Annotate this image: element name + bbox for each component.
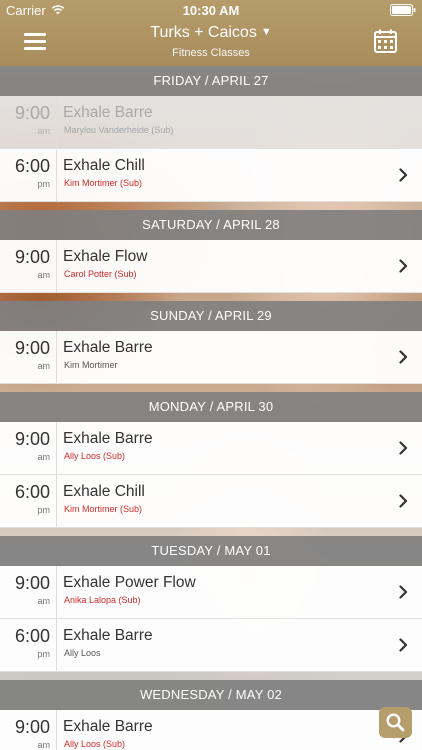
class-name: Exhale Barre (63, 627, 153, 644)
day-separator (0, 293, 422, 301)
class-name: Exhale Barre (63, 339, 153, 356)
time-column: 9:00 am (0, 710, 57, 750)
class-time: 6:00 (14, 626, 50, 646)
class-name: Exhale Chill (63, 157, 145, 174)
time-column: 6:00 pm (0, 619, 57, 671)
day-header: FRIDAY / APRIL 27 (0, 66, 422, 96)
instructor-name: Kim Mortimer (Sub) (64, 178, 143, 188)
day-header: WEDNESDAY / MAY 02 (0, 680, 422, 710)
location-title: Turks + Caicos (150, 24, 257, 41)
chevron-right-icon (399, 638, 408, 652)
class-name: Exhale Barre (63, 718, 153, 735)
chevron-right-icon (399, 494, 408, 508)
instructor-name: Kim Mortimer (Sub) (64, 504, 143, 514)
class-row[interactable]: 9:00 am Exhale Barre Ally Loos (Sub) (0, 422, 422, 475)
battery-icon (390, 4, 416, 16)
location-selector[interactable]: Turks + Caicos ▼ (0, 24, 422, 42)
class-ampm: pm (37, 179, 50, 189)
time-column: 9:00 am (0, 331, 57, 383)
instructor-name: Carol Potter (Sub) (64, 269, 137, 279)
class-row[interactable]: 9:00 am Exhale Flow Carol Potter (Sub) (0, 240, 422, 293)
class-row[interactable]: 9:00 am Exhale Barre Ally Loos (Sub) (0, 710, 422, 750)
class-row[interactable]: 9:00 am Exhale Barre Kim Mortimer (0, 331, 422, 384)
time-column: 9:00 am (0, 422, 57, 474)
class-ampm: am (37, 270, 50, 280)
day-separator (0, 384, 422, 392)
status-bar: Carrier 10:30 AM (0, 0, 422, 20)
class-row[interactable]: 6:00 pm Exhale Chill Kim Mortimer (Sub) (0, 475, 422, 528)
class-time: 9:00 (14, 573, 50, 593)
calendar-icon[interactable] (374, 29, 397, 53)
class-ampm: am (37, 126, 50, 136)
class-row[interactable]: 9:00 am Exhale Power Flow Anika Lalopa (Sub… (0, 566, 422, 619)
page-subtitle: Fitness Classes (172, 47, 250, 59)
instructor-name: Marylou Vanderheide (Sub) (64, 125, 174, 135)
class-row[interactable]: 6:00 pm Exhale Chill Kim Mortimer (Sub) (0, 149, 422, 202)
search-icon (386, 713, 405, 732)
class-time: 9:00 (14, 717, 50, 737)
day-header: SATURDAY / APRIL 28 (0, 210, 422, 240)
time-column: 9:00 am (0, 96, 57, 148)
class-name: Exhale Barre (63, 430, 153, 447)
class-time: 9:00 (14, 338, 50, 358)
chevron-right-icon (399, 350, 408, 364)
day-separator (0, 202, 422, 210)
class-row[interactable]: 6:00 pm Exhale Barre Ally Loos (0, 619, 422, 672)
time-column: 9:00 am (0, 566, 57, 618)
class-name: Exhale Barre (63, 104, 153, 121)
class-name: Exhale Power Flow (63, 574, 196, 591)
class-ampm: pm (37, 649, 50, 659)
class-ampm: am (37, 361, 50, 371)
day-separator (0, 672, 422, 680)
class-time: 9:00 (14, 103, 50, 123)
class-time: 6:00 (14, 156, 50, 176)
status-time: 10:30 AM (182, 3, 240, 18)
time-column: 9:00 am (0, 240, 57, 292)
day-separator (0, 528, 422, 536)
instructor-name: Ally Loos (Sub) (64, 739, 126, 749)
class-ampm: pm (37, 505, 50, 515)
instructor-name: Anika Lalopa (Sub) (64, 595, 141, 605)
chevron-right-icon (399, 168, 408, 182)
class-ampm: am (37, 740, 50, 750)
class-time: 9:00 (14, 429, 50, 449)
search-button[interactable] (379, 707, 412, 738)
chevron-right-icon (399, 585, 408, 599)
class-time: 9:00 (14, 247, 50, 267)
day-header: SUNDAY / APRIL 29 (0, 301, 422, 331)
class-ampm: am (37, 596, 50, 606)
class-name: Exhale Flow (63, 248, 148, 265)
instructor-name: Ally Loos (64, 648, 101, 658)
class-name: Exhale Chill (63, 483, 145, 500)
instructor-name: Kim Mortimer (64, 360, 118, 370)
instructor-name: Ally Loos (Sub) (64, 451, 126, 461)
day-header: TUESDAY / MAY 01 (0, 536, 422, 566)
dropdown-caret-icon: ▼ (260, 26, 272, 38)
time-column: 6:00 pm (0, 475, 57, 527)
class-ampm: am (37, 452, 50, 462)
chevron-right-icon (399, 441, 408, 455)
class-time: 6:00 (14, 482, 50, 502)
class-row[interactable]: 9:00 am Exhale Barre Marylou Vanderheide (S… (0, 96, 422, 149)
day-header: MONDAY / APRIL 30 (0, 392, 422, 422)
time-column: 6:00 pm (0, 149, 57, 201)
app-header: Carrier 10:30 AM Turks + Caicos ▼ Fitness… (0, 0, 422, 66)
class-schedule-list[interactable]: FRIDAY / APRIL 27 9:00 am Exhale Barre Maryl… (0, 66, 422, 750)
chevron-right-icon (399, 259, 408, 273)
